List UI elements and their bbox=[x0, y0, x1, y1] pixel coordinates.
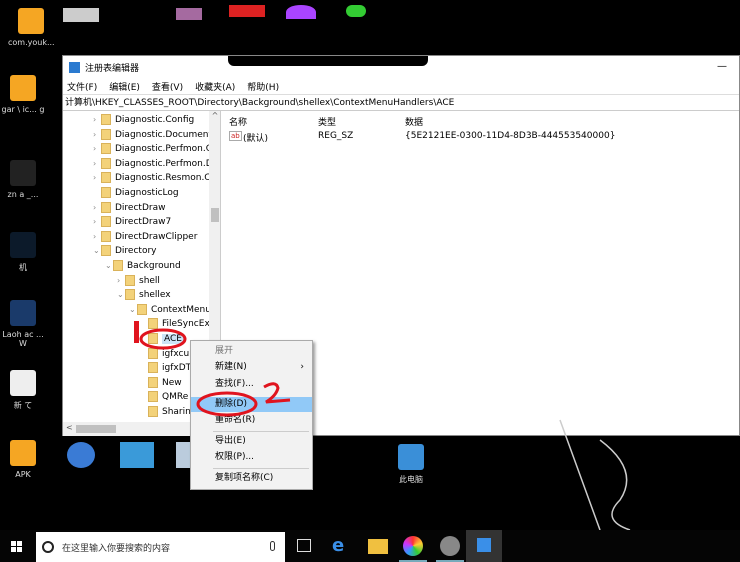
cortana-icon bbox=[42, 541, 54, 553]
microphone-icon[interactable] bbox=[270, 541, 275, 551]
annotation-circle-delete bbox=[196, 391, 258, 417]
regedit-taskbar-button[interactable] bbox=[466, 530, 502, 562]
annotation-mark-1 bbox=[134, 321, 139, 343]
annotation-circle-ace bbox=[139, 328, 187, 350]
taskbar: 在这里输入你要搜索的内容 e bbox=[0, 530, 740, 562]
color-app-icon[interactable] bbox=[403, 536, 423, 556]
taskbar-search-box[interactable]: 在这里输入你要搜索的内容 bbox=[36, 532, 285, 562]
search-placeholder: 在这里输入你要搜索的内容 bbox=[62, 543, 171, 554]
desktop-scribble bbox=[559, 419, 631, 531]
annotation-mark-2 bbox=[263, 382, 291, 404]
task-view-icon[interactable] bbox=[297, 539, 311, 552]
regedit-icon bbox=[477, 538, 491, 552]
start-button[interactable] bbox=[11, 541, 22, 552]
edge-icon[interactable]: e bbox=[332, 536, 352, 556]
annotation-layer bbox=[134, 321, 631, 531]
file-explorer-icon[interactable] bbox=[368, 539, 388, 554]
media-app-icon[interactable] bbox=[440, 536, 460, 556]
